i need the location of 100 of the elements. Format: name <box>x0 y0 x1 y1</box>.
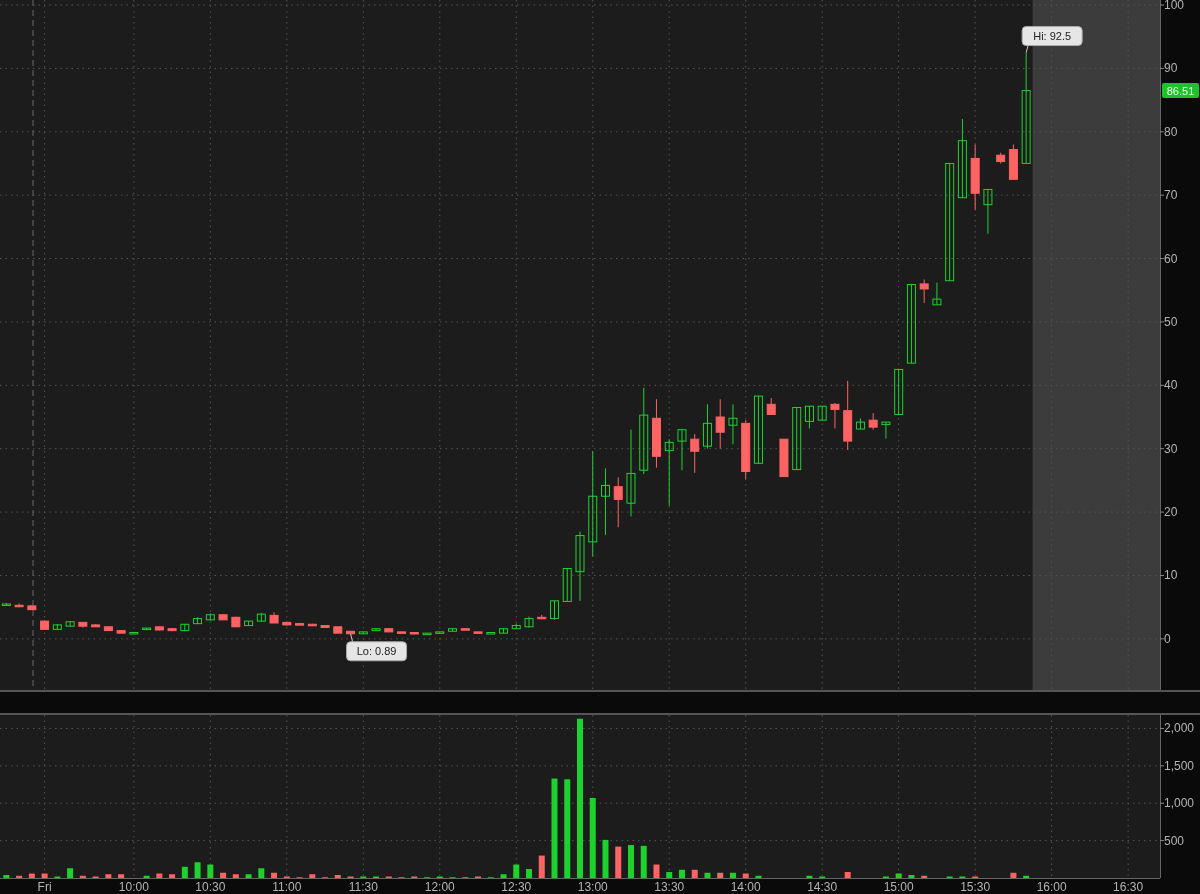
axis-label: 11:00 <box>272 880 302 894</box>
volume-bar <box>220 872 227 878</box>
axis-label: 14:00 <box>730 880 761 894</box>
candle <box>244 620 254 627</box>
candle <box>129 631 139 635</box>
candle <box>868 412 878 431</box>
candle <box>473 631 483 634</box>
axis-label: 1,000 <box>1164 796 1195 811</box>
candle <box>537 614 547 620</box>
axis-label: 20 <box>1164 505 1178 520</box>
candle <box>562 568 572 602</box>
candle <box>1008 143 1018 180</box>
axis-label: 10:30 <box>195 880 226 894</box>
candle <box>435 631 445 634</box>
axis-label: 0 <box>1164 631 1171 646</box>
candle <box>346 630 356 635</box>
volume-bar <box>908 875 915 878</box>
candle <box>664 438 674 507</box>
candle <box>40 619 50 630</box>
candle <box>231 616 241 628</box>
candle <box>652 398 661 469</box>
candle <box>677 429 687 471</box>
candle <box>830 402 840 429</box>
volume-bar <box>1010 872 1017 878</box>
axis-label: 12:30 <box>501 880 532 894</box>
volume-bar <box>704 872 711 878</box>
axis-label: 2,000 <box>1164 721 1195 736</box>
candle <box>256 612 266 623</box>
candle <box>550 600 559 621</box>
candle <box>52 623 62 630</box>
low-callout: Lo: 0.89 <box>346 633 408 662</box>
axis-label: 30 <box>1164 441 1178 456</box>
candle <box>154 625 164 632</box>
volume-bar <box>628 845 634 878</box>
axis-label: 15:00 <box>883 880 914 894</box>
axis-label: 90 <box>1164 61 1178 76</box>
candle <box>715 398 725 450</box>
candle <box>205 613 215 621</box>
candle <box>371 628 381 632</box>
volume-bar <box>67 868 74 878</box>
volume-bar <box>844 872 851 878</box>
candle <box>78 621 88 628</box>
axis-label: Fri <box>37 880 52 894</box>
candle <box>333 626 343 634</box>
volume-bar <box>679 869 685 878</box>
candle <box>690 433 700 474</box>
candle <box>282 621 292 627</box>
volume-bar <box>691 869 698 878</box>
candle <box>766 397 776 415</box>
candle <box>817 405 827 421</box>
volume-bar <box>513 864 520 878</box>
candle <box>741 419 751 480</box>
candle <box>843 380 853 451</box>
candle <box>397 631 407 634</box>
volume-bar <box>640 845 647 878</box>
axis-label: 12:00 <box>424 880 455 894</box>
axis-label: 10 <box>1164 568 1178 583</box>
axis-label: 70 <box>1164 188 1178 203</box>
candle <box>307 623 317 627</box>
volume-bar <box>653 864 660 878</box>
high-callout: Hi: 92.5 <box>1021 26 1083 54</box>
volume-bar <box>194 862 201 878</box>
volume-bar <box>538 855 545 878</box>
candle <box>881 421 891 440</box>
volume-bar <box>334 875 341 878</box>
candle <box>855 417 865 430</box>
candle <box>894 368 904 415</box>
volume-bar <box>615 846 622 878</box>
candle <box>27 604 37 611</box>
candle <box>269 611 279 624</box>
axis-label: 11:30 <box>348 880 378 894</box>
candle <box>320 625 330 628</box>
axis-label: 13:00 <box>577 880 608 894</box>
candle <box>1 602 11 607</box>
candle <box>167 627 177 632</box>
candle <box>295 622 305 626</box>
candle <box>91 623 101 628</box>
candle <box>448 628 458 632</box>
axis-label: 1,500 <box>1164 758 1195 773</box>
candle <box>983 188 993 235</box>
candle <box>499 628 508 634</box>
volume-bar <box>666 872 673 878</box>
last-price-tag: 86.51 <box>1162 83 1199 99</box>
axis-label: 16:30 <box>1113 880 1144 894</box>
candle <box>116 630 126 634</box>
volume-bar <box>602 839 609 878</box>
axis-label: 15:30 <box>960 880 991 894</box>
candle <box>575 531 585 602</box>
axis-label: 16:00 <box>1036 880 1067 894</box>
candle <box>601 467 610 536</box>
candle <box>384 627 394 633</box>
candle <box>779 438 789 478</box>
axis-label: 40 <box>1164 378 1178 393</box>
candle <box>753 395 763 464</box>
volume-bar <box>3 875 10 878</box>
volume-bar <box>258 868 265 878</box>
candle <box>792 407 802 471</box>
volume-bar <box>181 866 188 878</box>
candle <box>218 613 228 621</box>
axis-label: 50 <box>1164 314 1178 329</box>
